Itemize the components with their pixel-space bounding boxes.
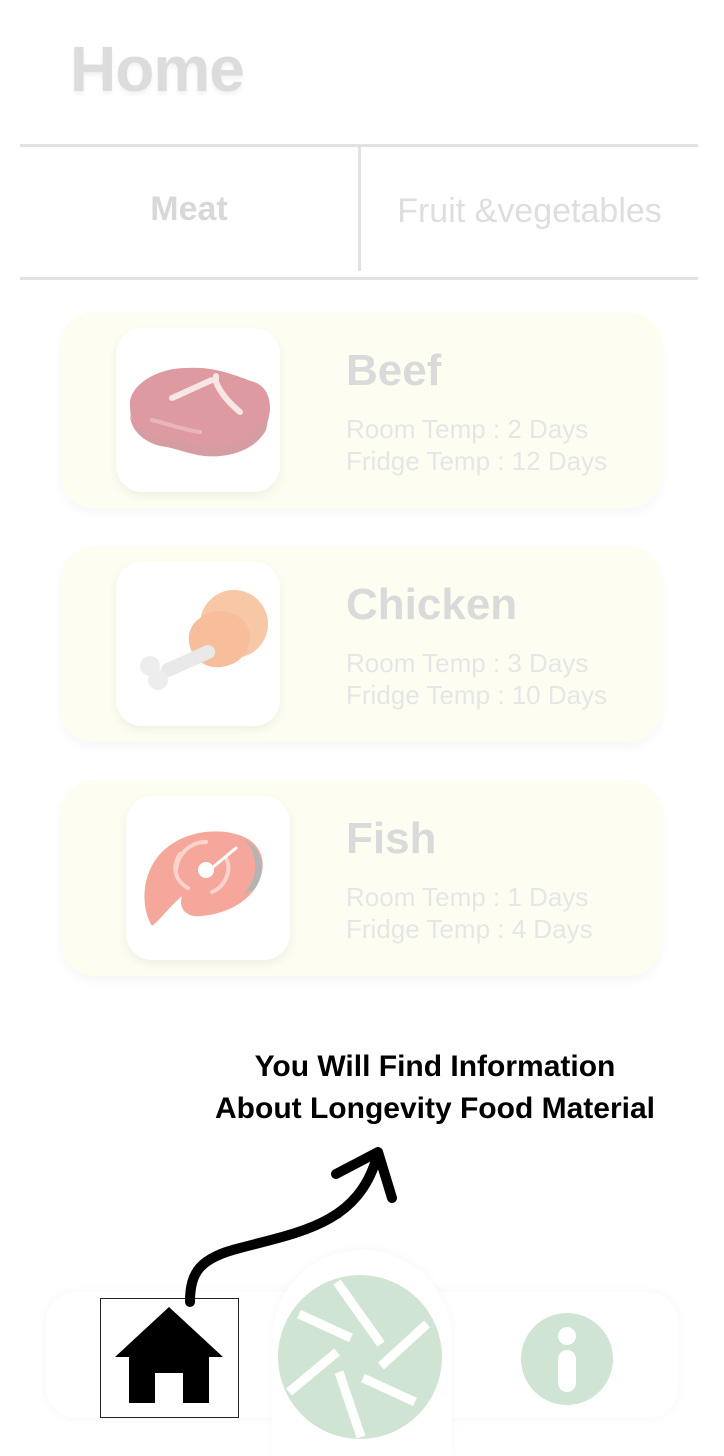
salmon-steak-icon	[144, 831, 263, 926]
room-temp-text: Room Temp : 3 Days	[346, 648, 589, 678]
food-name: Fish	[346, 814, 437, 863]
nav-home-button[interactable]	[100, 1298, 239, 1418]
home-icon	[115, 1307, 223, 1403]
food-card-chicken[interactable]: Chicken Room Temp : 3 Days Fridge Temp :…	[60, 546, 662, 742]
steak-icon	[129, 367, 270, 457]
room-temp-text: Room Temp : 2 Days	[346, 414, 589, 444]
tab-fruit-label-line1: Fruit &	[397, 192, 498, 230]
tab-meat[interactable]: Meat	[20, 147, 358, 271]
room-temp-text: Room Temp : 1 Days	[346, 882, 589, 912]
food-name: Chicken	[346, 580, 518, 629]
tutorial-caption-line2: About Longevity Food Material	[215, 1092, 655, 1125]
fridge-temp-text: Fridge Temp : 10 Days	[346, 680, 608, 710]
food-name: Beef	[346, 346, 442, 395]
tutorial-caption-line1: You Will Find Information	[254, 1050, 616, 1083]
drumstick-icon	[140, 590, 268, 690]
tutorial-caption: You Will Find Information About Longevit…	[200, 1046, 670, 1130]
tab-fruit-label-line2: vegetables	[497, 192, 662, 230]
info-icon[interactable]	[520, 1312, 614, 1406]
tutorial-arrow-icon	[185, 1147, 397, 1307]
fridge-temp-text: Fridge Temp : 12 Days	[346, 446, 608, 476]
tab-fruit-vegetables[interactable]: Fruit & vegetables	[361, 147, 698, 273]
fridge-temp-text: Fridge Temp : 4 Days	[346, 914, 593, 944]
food-card-fish[interactable]: Fish Room Temp : 1 Days Fridge Temp : 4 …	[60, 780, 662, 976]
page-title: Home	[70, 33, 245, 105]
food-thumbnail	[126, 796, 290, 960]
food-thumbnail	[116, 328, 280, 492]
food-thumbnail	[116, 562, 280, 726]
food-card-beef[interactable]: Beef Room Temp : 2 Days Fridge Temp : 12…	[60, 312, 662, 508]
